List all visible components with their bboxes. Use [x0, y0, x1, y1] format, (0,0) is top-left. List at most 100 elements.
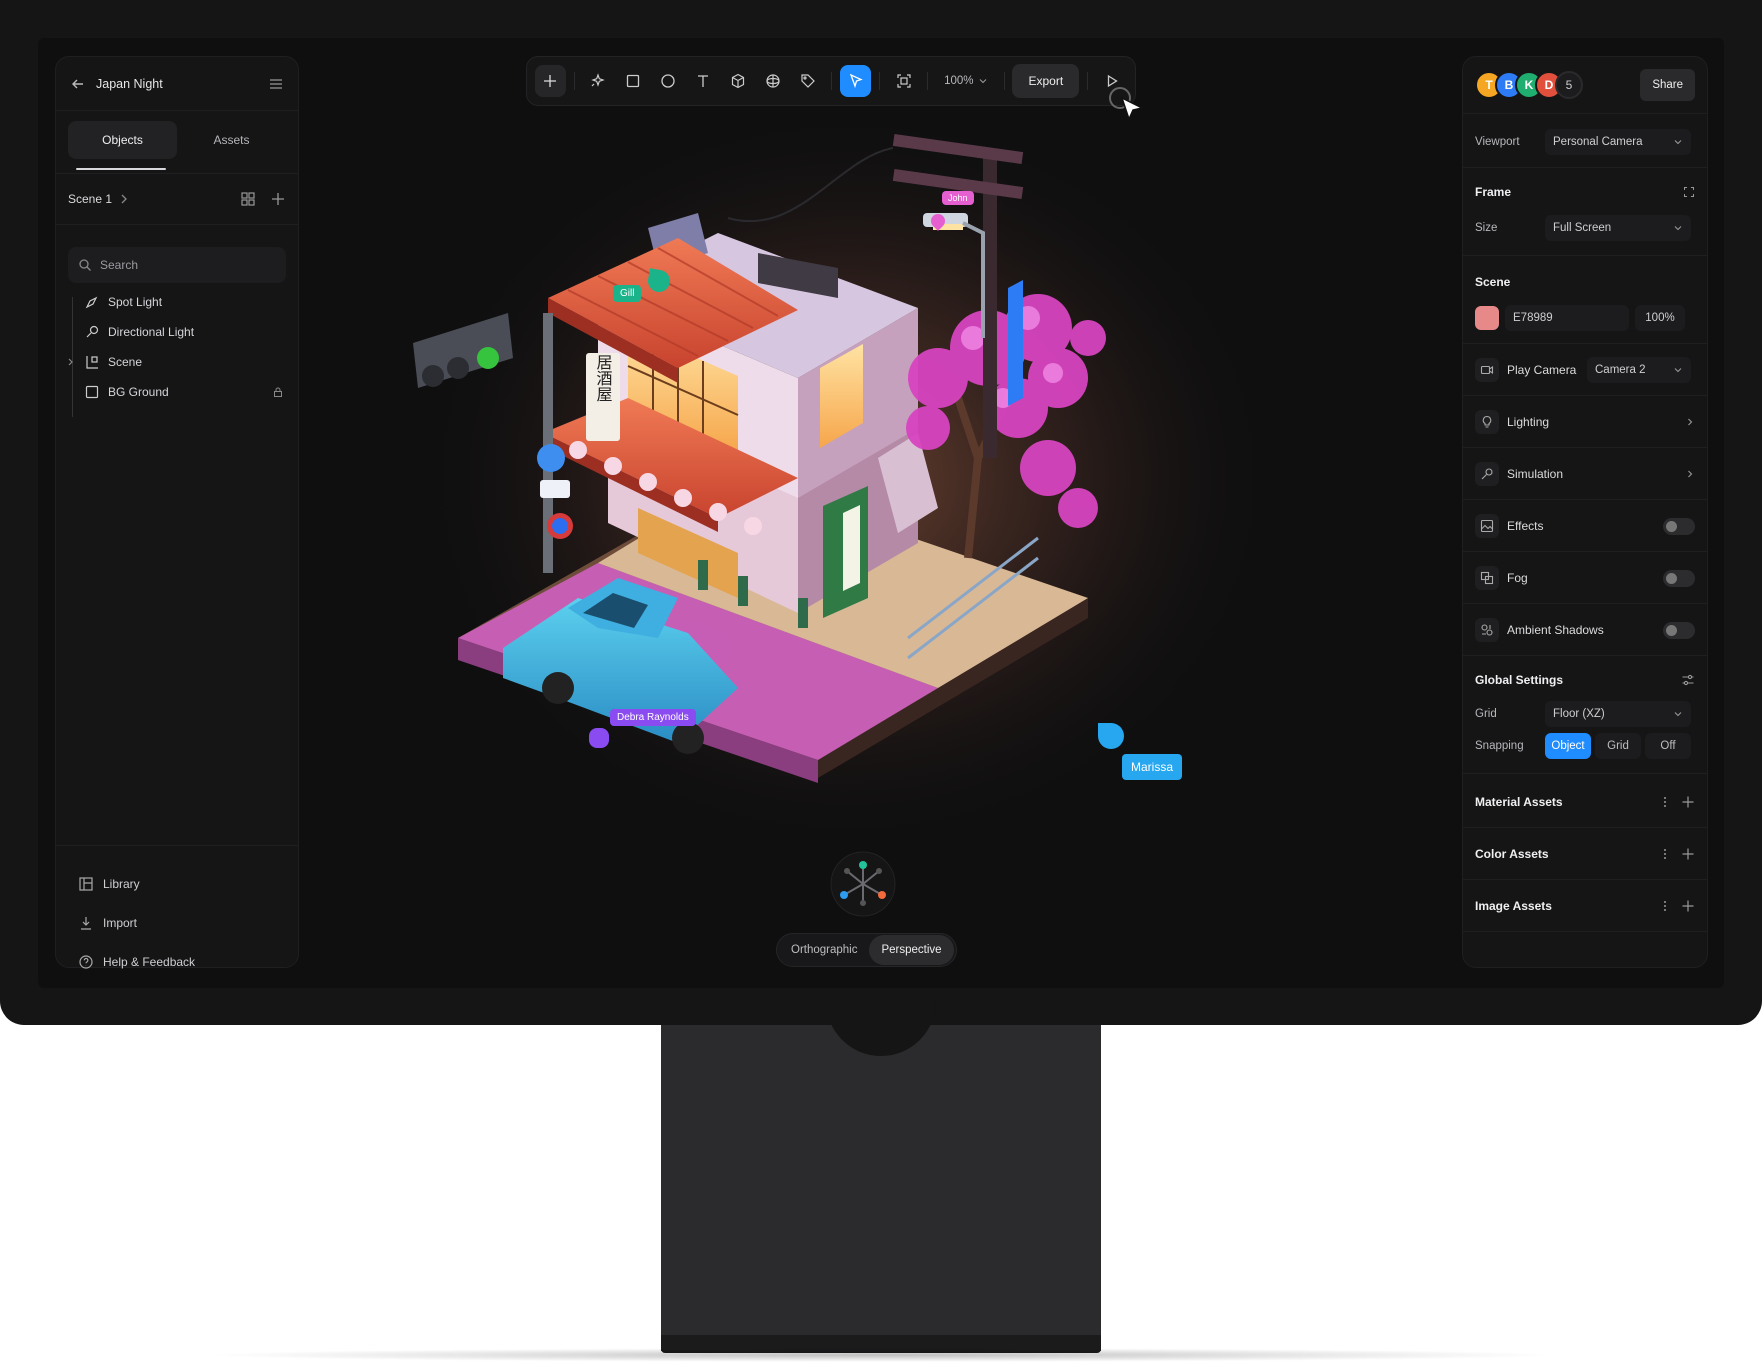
scene-icon — [84, 354, 100, 370]
ambient-shadows-label: Ambient Shadows — [1507, 623, 1604, 637]
scene-color-input[interactable]: E78989 — [1505, 305, 1629, 331]
tree-item-bg-ground[interactable]: BG Ground — [84, 377, 284, 407]
fullscreen-icon[interactable] — [1683, 186, 1695, 198]
effects-toggle[interactable] — [1663, 517, 1695, 535]
simulation-row[interactable]: Simulation — [1463, 459, 1707, 489]
tab-objects[interactable]: Objects — [68, 121, 177, 159]
export-button[interactable]: Export — [1012, 64, 1080, 98]
search-input[interactable] — [100, 258, 270, 272]
play-camera-select[interactable]: Camera 2 — [1587, 357, 1691, 383]
tree-item-label: BG Ground — [108, 385, 169, 399]
add-button[interactable] — [535, 65, 566, 97]
viewport-value: Personal Camera — [1553, 136, 1643, 148]
tag-tool-button[interactable] — [792, 65, 823, 97]
tab-assets[interactable]: Assets — [177, 121, 286, 159]
import-link[interactable]: Import — [78, 908, 137, 938]
divider — [1463, 879, 1707, 880]
cursor-gill-label: Gill — [613, 285, 642, 302]
share-button[interactable]: Share — [1640, 69, 1695, 101]
chevron-right-icon[interactable] — [118, 193, 130, 205]
back-arrow-icon[interactable] — [70, 76, 86, 92]
directional-light-icon — [84, 324, 100, 340]
view-orthographic-button[interactable]: Orthographic — [779, 935, 869, 965]
tree-item-scene[interactable]: Scene — [66, 347, 266, 377]
chevron-down-icon — [1674, 368, 1682, 373]
menu-icon[interactable] — [268, 76, 284, 92]
text-tool-button[interactable] — [688, 65, 719, 97]
sphere-icon — [766, 74, 780, 88]
expand-chevron-icon[interactable] — [66, 357, 76, 367]
sphere-tool-button[interactable] — [758, 65, 789, 97]
fog-label: Fog — [1507, 571, 1528, 585]
toolbar-divider — [573, 72, 575, 90]
scene-color-value: E78989 — [1513, 312, 1553, 324]
add-icon[interactable] — [1681, 899, 1695, 913]
lighting-row[interactable]: Lighting — [1463, 407, 1707, 437]
ai-tool-button[interactable] — [583, 65, 614, 97]
more-vertical-icon[interactable] — [1659, 900, 1671, 912]
tree-item-directional-light[interactable]: Directional Light — [84, 317, 284, 347]
grid-select[interactable]: Floor (XZ) — [1545, 701, 1691, 727]
help-link[interactable]: Help & Feedback — [78, 947, 195, 977]
mouse-pointer-icon — [1109, 87, 1145, 122]
frame-tool-button[interactable] — [888, 65, 919, 97]
import-label: Import — [103, 916, 138, 930]
scene-opacity-input[interactable]: 100% — [1635, 305, 1685, 331]
snapping-grid-button[interactable]: Grid — [1595, 733, 1641, 759]
project-title: Japan Night — [96, 76, 163, 91]
tag-icon — [801, 74, 815, 88]
toolbar-divider — [927, 72, 929, 90]
library-icon — [78, 876, 94, 892]
left-tabs: Objects Assets — [68, 121, 286, 159]
grid-view-icon[interactable] — [240, 191, 256, 207]
more-vertical-icon[interactable] — [1659, 848, 1671, 860]
divider — [1463, 167, 1707, 168]
divider — [1463, 255, 1707, 256]
rectangle-tool-button[interactable] — [618, 65, 649, 97]
library-link[interactable]: Library — [78, 869, 140, 899]
select-tool-button[interactable] — [840, 65, 872, 97]
cursor-marissa-pointer — [1098, 723, 1124, 749]
toolbar-divider — [1003, 72, 1005, 90]
collaborators-row: T B K D 5 Share — [1463, 67, 1707, 103]
zoom-dropdown[interactable]: 100% — [936, 75, 995, 87]
material-assets-label: Material Assets — [1475, 795, 1563, 809]
size-select[interactable]: Full Screen — [1545, 215, 1691, 241]
toolbar-divider — [879, 72, 881, 90]
ellipse-tool-button[interactable] — [653, 65, 684, 97]
play-camera-row: Play Camera Camera 2 — [1463, 355, 1707, 385]
more-vertical-icon[interactable] — [1659, 796, 1671, 808]
right-panel: T B K D 5 Share Viewport Personal Camera… — [1462, 56, 1708, 968]
add-scene-icon[interactable] — [270, 191, 286, 207]
collaborator-count[interactable]: 5 — [1555, 71, 1583, 99]
snapping-segmented: Object Grid Off — [1545, 733, 1691, 759]
snapping-off-button[interactable]: Off — [1645, 733, 1691, 759]
spotlight-icon — [84, 294, 100, 310]
viewport-label: Viewport — [1475, 136, 1520, 148]
ambient-shadows-toggle[interactable] — [1663, 621, 1695, 639]
add-icon[interactable] — [1681, 847, 1695, 861]
view-perspective-button[interactable]: Perspective — [869, 935, 954, 965]
snapping-object-button[interactable]: Object — [1545, 733, 1591, 759]
scene-color-swatch[interactable] — [1475, 306, 1499, 330]
select-cursor-icon — [849, 73, 863, 89]
add-icon[interactable] — [1681, 795, 1695, 809]
app-window: 居酒屋 John Gill Debra Raynolds Marissa Jap… — [38, 38, 1724, 988]
tree-item-spot-light[interactable]: Spot Light — [84, 287, 284, 317]
cube-tool-button[interactable] — [723, 65, 754, 97]
snapping-label: Snapping — [1475, 740, 1524, 752]
monitor: 居酒屋 John Gill Debra Raynolds Marissa Jap… — [0, 0, 1762, 1025]
divider — [1463, 395, 1707, 396]
chevron-down-icon — [1674, 226, 1682, 231]
sliders-icon[interactable] — [1681, 673, 1695, 687]
scene-selector[interactable]: Scene 1 — [68, 192, 112, 206]
effects-label: Effects — [1507, 519, 1544, 533]
fog-toggle[interactable] — [1663, 569, 1695, 587]
divider — [1463, 603, 1707, 604]
tab-active-indicator — [76, 168, 166, 170]
lock-icon[interactable] — [272, 386, 284, 398]
viewport-select[interactable]: Personal Camera — [1545, 129, 1691, 155]
left-panel-footer — [56, 845, 298, 846]
grid-label: Grid — [1475, 708, 1497, 720]
view-mode-toggle: Orthographic Perspective — [776, 933, 957, 967]
